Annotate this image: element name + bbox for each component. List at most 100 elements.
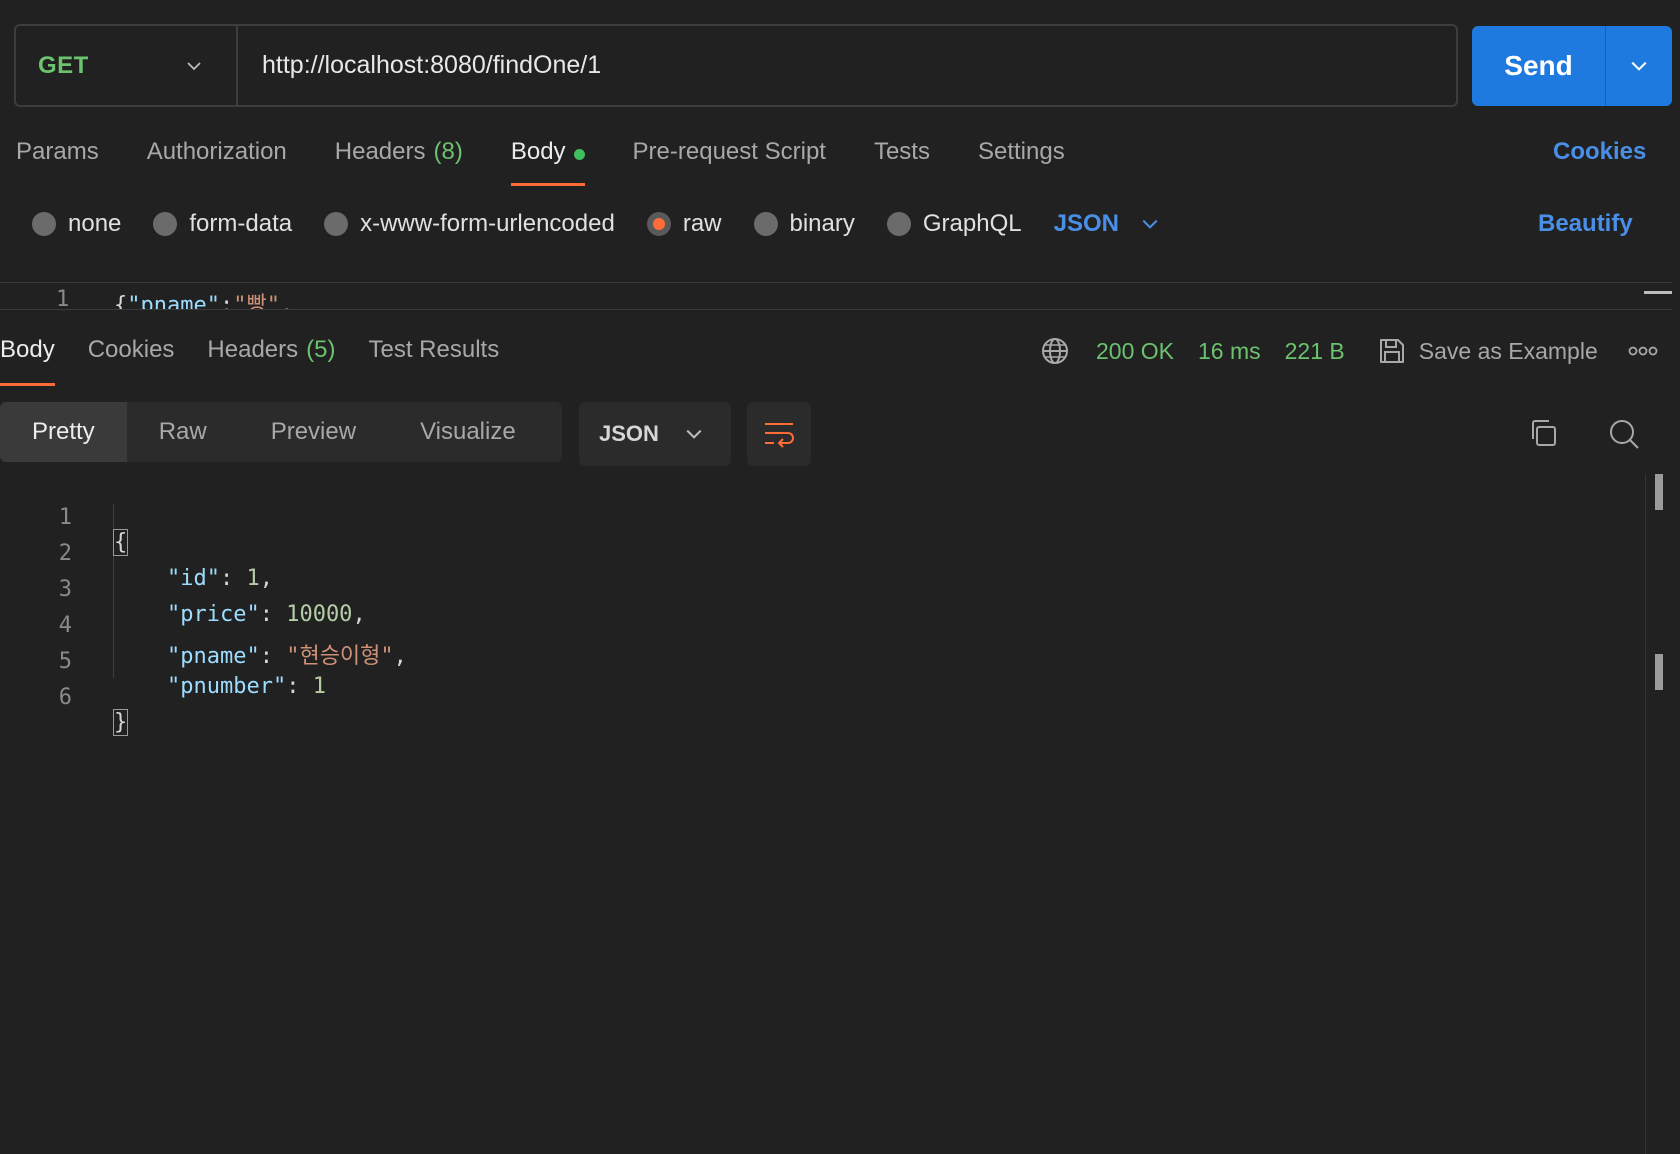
response-size[interactable]: 221 B: [1285, 338, 1345, 365]
request-body-code: {"pname":"빵",: [114, 287, 294, 310]
radio-circle: [32, 212, 56, 236]
response-meta: 200 OK 16 ms 221 B Save as Example: [1040, 336, 1658, 366]
chevron-down-icon: [1631, 61, 1647, 71]
line-content: }: [112, 709, 129, 736]
line-number: 1: [56, 287, 70, 310]
tab-label: Headers: [334, 138, 426, 165]
tab-label: Cookies: [87, 336, 175, 363]
tab-label: Pre-request Script: [632, 138, 826, 165]
radio-binary[interactable]: binary: [753, 210, 855, 238]
send-button[interactable]: Send: [1472, 26, 1606, 106]
radio-graphql[interactable]: GraphQL: [886, 210, 1022, 238]
tab-response-body[interactable]: Body: [0, 336, 55, 386]
radio-x-www-form-urlencoded[interactable]: x-www-form-urlencoded: [324, 210, 615, 238]
headers-count: (8): [433, 138, 463, 165]
radio-label: none: [68, 210, 122, 237]
radio-label: GraphQL: [922, 210, 1022, 237]
beautify-button[interactable]: Beautify: [1538, 210, 1633, 238]
tab-label: Tests: [873, 138, 930, 165]
wrap-lines-button[interactable]: [747, 402, 811, 466]
code-line: 6 }: [0, 660, 1640, 736]
send-options-button[interactable]: [1606, 26, 1672, 106]
tab-label: Headers: [207, 336, 299, 363]
tab-test-results[interactable]: Test Results: [368, 336, 499, 386]
radio-label: binary: [789, 210, 855, 237]
more-icon[interactable]: [1628, 345, 1658, 357]
search-icon[interactable]: [1608, 418, 1640, 450]
view-pretty-button[interactable]: Pretty: [0, 402, 127, 462]
request-body-editor[interactable]: 1 {"pname":"빵",: [0, 282, 1672, 310]
cookies-link[interactable]: Cookies: [1553, 138, 1646, 166]
tab-response-cookies[interactable]: Cookies: [88, 336, 175, 386]
method-select[interactable]: GET: [16, 26, 238, 105]
tab-label: Authorization: [146, 138, 287, 165]
resize-handle[interactable]: [1644, 291, 1672, 294]
copy-icon[interactable]: [1528, 418, 1558, 448]
response-format-select[interactable]: JSON: [579, 402, 731, 466]
chevron-down-icon: [1142, 219, 1158, 229]
radio-circle: [153, 212, 178, 236]
tab-response-headers[interactable]: Headers (5): [207, 336, 335, 386]
response-tabs: Body Cookies Headers (5) Test Results: [0, 336, 532, 386]
chevron-down-icon: [686, 429, 702, 439]
code-line: 1 {: [0, 480, 1640, 556]
view-raw-button[interactable]: Raw: [127, 402, 239, 462]
body-format-select[interactable]: JSON: [1054, 210, 1159, 238]
radio-circle: [886, 212, 911, 236]
code-line: 4 "pname": "현승이형",: [0, 588, 1640, 669]
radio-label: form-data: [189, 210, 293, 237]
chevron-down-icon: [187, 62, 201, 71]
radio-form-data[interactable]: form-data: [153, 210, 292, 238]
code-line: 3 "price": 10000,: [0, 552, 1640, 627]
radio-none[interactable]: none: [32, 210, 121, 238]
response-format-label: JSON: [599, 421, 659, 446]
code-colon: :: [219, 293, 234, 310]
save-icon: [1379, 339, 1404, 363]
request-tabs: Params Authorization Headers (8) Body Pre…: [16, 138, 1113, 188]
code-line: 5 "pnumber": 1: [0, 624, 1640, 699]
code-key: "pname": [127, 293, 220, 310]
globe-icon[interactable]: [1040, 336, 1070, 366]
tab-authorization[interactable]: Authorization: [147, 138, 287, 186]
response-time[interactable]: 16 ms: [1198, 338, 1261, 365]
tab-tests[interactable]: Tests: [874, 138, 930, 186]
tab-label: Test Results: [368, 336, 500, 363]
view-preview-button[interactable]: Preview: [239, 402, 388, 462]
body-format-label: JSON: [1053, 210, 1119, 237]
tab-body[interactable]: Body: [510, 138, 585, 186]
send-group: Send: [1472, 26, 1672, 106]
code-value: "빵": [233, 293, 280, 310]
scroll-marker: [1655, 474, 1663, 510]
response-headers-count: (5): [306, 336, 336, 363]
tab-label: Body: [510, 138, 566, 165]
url-bar: GET http://localhost:8080/findOne/1: [14, 24, 1458, 107]
wrap-lines-icon: [765, 423, 794, 448]
save-as-example-button[interactable]: Save as Example: [1377, 336, 1598, 366]
line-number: 6: [58, 685, 72, 710]
tab-label: Body: [0, 336, 55, 363]
response-body-editor[interactable]: 1 { 2 "id": 1, 3 "price": 10000, 4 "pnam…: [0, 474, 1680, 1154]
code-line: 2 "id": 1,: [0, 516, 1640, 591]
tab-label: Settings: [977, 138, 1065, 165]
radio-raw[interactable]: raw: [646, 210, 722, 238]
radio-circle: [324, 212, 349, 236]
tab-pre-request-script[interactable]: Pre-request Script: [633, 138, 826, 186]
body-type-selector: none form-data x-www-form-urlencoded raw…: [32, 210, 1159, 238]
tab-params[interactable]: Params: [16, 138, 99, 186]
tab-settings[interactable]: Settings: [978, 138, 1065, 186]
status-code[interactable]: 200 OK: [1096, 338, 1174, 365]
close-brace: }: [112, 709, 129, 736]
radio-circle: [753, 212, 778, 236]
method-label: GET: [38, 51, 89, 79]
tab-label: Params: [16, 138, 99, 165]
tab-headers[interactable]: Headers (8): [335, 138, 463, 186]
scroll-marker: [1655, 654, 1663, 690]
radio-circle-selected: [646, 212, 671, 236]
view-visualize-button[interactable]: Visualize: [388, 402, 548, 462]
url-input[interactable]: http://localhost:8080/findOne/1: [238, 51, 601, 80]
editor-scrollbar[interactable]: [1645, 474, 1646, 1154]
view-mode-segment: Pretty Raw Preview Visualize: [0, 402, 562, 462]
body-active-dot: [573, 149, 585, 160]
code-comma: ,: [279, 293, 294, 310]
code-brace: {: [114, 293, 128, 310]
